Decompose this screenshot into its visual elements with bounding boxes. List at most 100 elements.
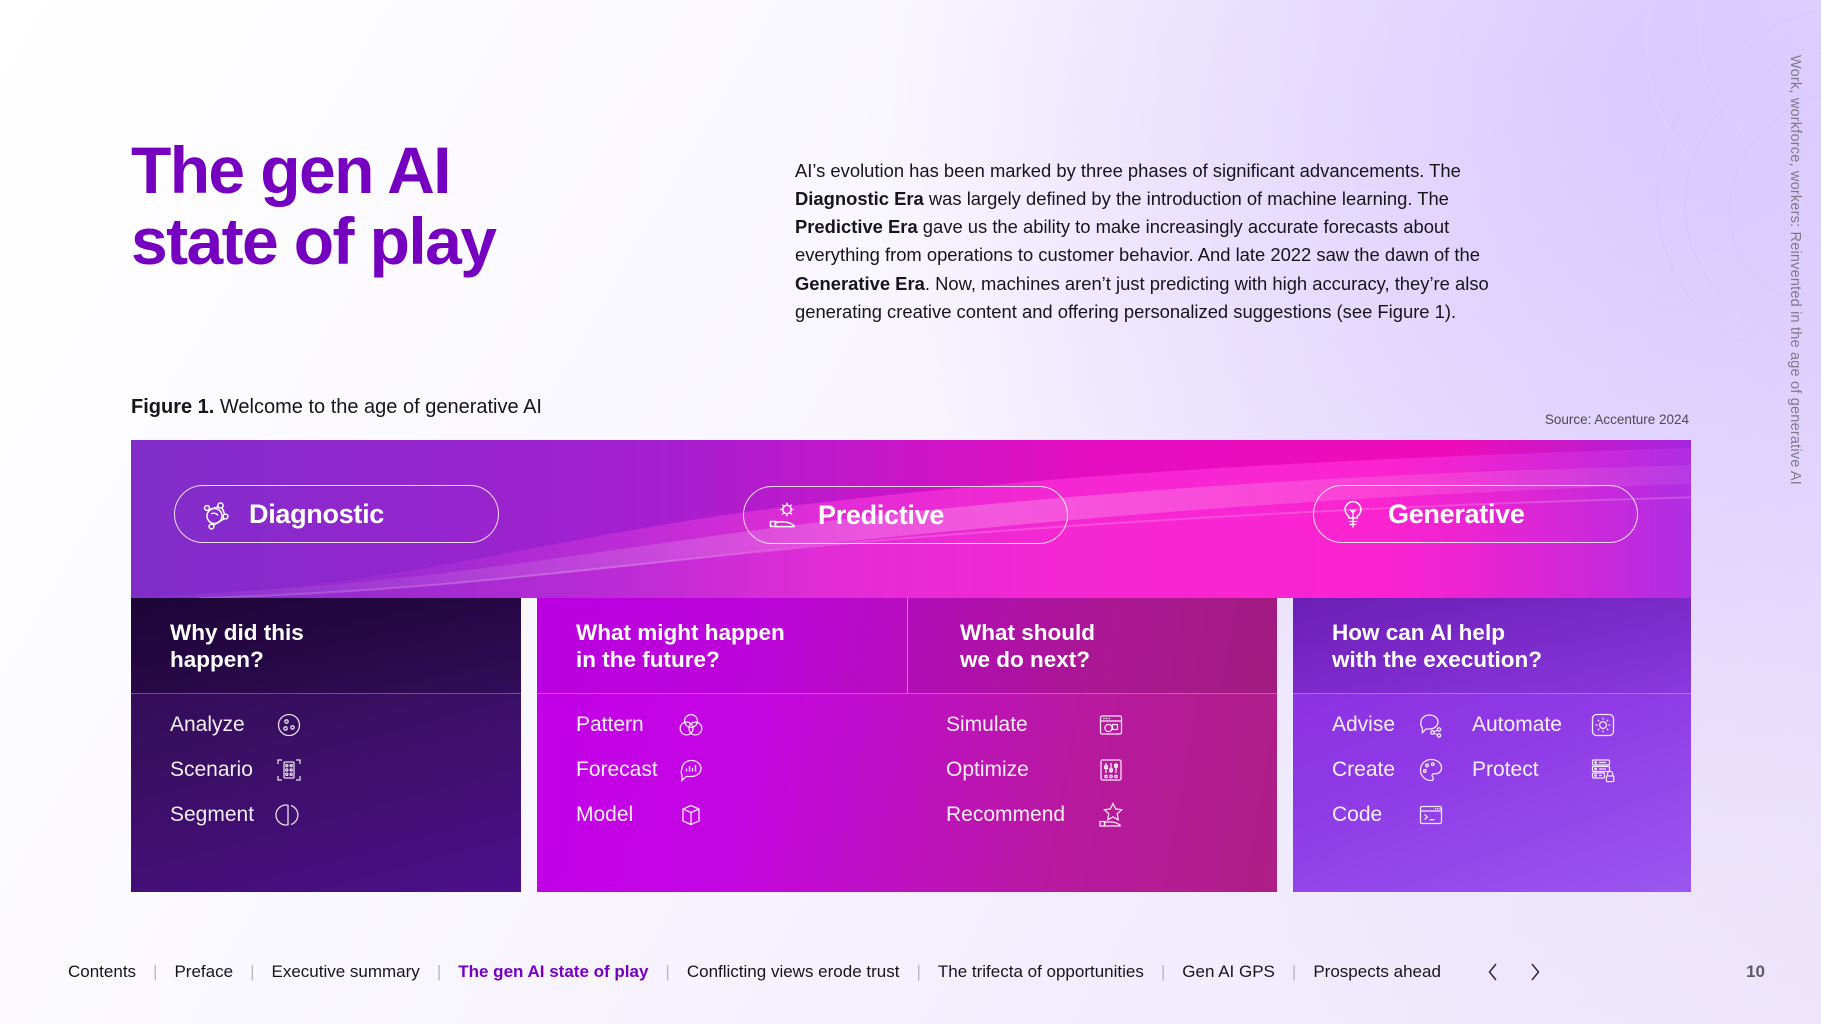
figure-caption-text: Welcome to the age of generative AI <box>214 396 542 418</box>
capability-list-future: Pattern Forecast Model <box>576 708 706 843</box>
intro-bold-diagnostic-era: Diagnostic Era <box>795 188 924 210</box>
capability-row[interactable]: Model <box>576 798 706 832</box>
capability-row[interactable]: Segment <box>170 798 304 832</box>
nav-separator: | <box>665 962 670 981</box>
panel-question-line1: How can AI help <box>1332 619 1505 645</box>
panel-diagnostic: Why did this happen? Analyze Scenario Se… <box>131 598 521 892</box>
terminal-icon <box>1416 800 1446 830</box>
era-pill-diagnostic[interactable]: Diagnostic <box>174 485 499 543</box>
intro-bold-predictive-era: Predictive Era <box>795 216 918 238</box>
capability-label: Protect <box>1472 758 1539 781</box>
page-title: The gen AI state of play <box>131 135 497 278</box>
panel-question-line2: we do next? <box>960 646 1091 672</box>
capability-label: Optimize <box>946 758 1029 781</box>
capability-label: Automate <box>1472 713 1562 736</box>
bottom-navigation: Contents | Preface | Executive summary |… <box>0 960 1821 984</box>
nav-item-prospects-ahead[interactable]: Prospects ahead <box>1313 962 1441 982</box>
capability-row[interactable]: Automate <box>1472 708 1618 742</box>
nav-arrow-group <box>1483 960 1545 984</box>
capability-list-generative-right: Automate Protect <box>1472 708 1618 798</box>
sliders-icon <box>1096 755 1126 785</box>
capability-label: Simulate <box>946 713 1028 736</box>
nav-item-executive-summary[interactable]: Executive summary <box>271 962 419 982</box>
intro-text-1: AI’s evolution has been marked by three … <box>795 160 1461 181</box>
panel-divider <box>131 693 521 694</box>
capability-row[interactable]: Advise <box>1332 708 1446 742</box>
nav-item-the-gen-ai-state-of-play[interactable]: The gen AI state of play <box>458 962 648 982</box>
chevron-left-icon[interactable] <box>1483 960 1503 984</box>
panel-predictive: What might happen in the future? What sh… <box>537 598 1277 892</box>
chart-bubble-icon <box>676 755 706 785</box>
capability-row[interactable]: Recommend <box>946 798 1126 832</box>
nav-item-conflicting-views-erode-trust[interactable]: Conflicting views erode trust <box>687 962 900 982</box>
panel-question-line2: in the future? <box>576 646 720 672</box>
panel-question-line2: happen? <box>170 646 264 672</box>
panel-divider <box>1293 693 1691 694</box>
nav-separator: | <box>1291 962 1297 981</box>
capability-label: Forecast <box>576 758 658 781</box>
star-hand-icon <box>1096 800 1126 830</box>
scan-nodes-icon <box>274 755 304 785</box>
hand-gear-icon <box>766 498 800 532</box>
server-lock-icon <box>1588 755 1618 785</box>
nav-separator: | <box>916 962 921 981</box>
intro-paragraph: AI’s evolution has been marked by three … <box>795 157 1505 326</box>
panel-question-diagnostic: Why did this happen? <box>131 598 521 693</box>
capability-row[interactable]: Protect <box>1472 753 1618 787</box>
figure-caption: Figure 1. Welcome to the age of generati… <box>131 396 542 419</box>
capability-row[interactable]: Create <box>1332 753 1446 787</box>
page-number: 10 <box>1746 962 1765 981</box>
panel-question-future: What might happen in the future? <box>537 598 907 693</box>
palette-icon <box>1416 755 1446 785</box>
browser-shapes-icon <box>1096 710 1126 740</box>
chat-share-icon <box>1416 710 1446 740</box>
capability-label: Pattern <box>576 713 644 736</box>
capability-row[interactable]: Analyze <box>170 708 304 742</box>
capability-list-generative-left: Advise Create Code <box>1332 708 1446 843</box>
capability-list-next: Simulate Optimize Recommend <box>946 708 1126 843</box>
panel-question-generative: How can AI help with the execution? <box>1293 598 1691 693</box>
dots-circle-icon <box>274 710 304 740</box>
figure-header-band: Diagnostic Predictive Generative <box>131 440 1691 598</box>
lightbulb-icon <box>1336 497 1370 531</box>
era-pill-generative[interactable]: Generative <box>1313 485 1638 543</box>
cube-icon <box>676 800 706 830</box>
nav-item-the-trifecta-of-opportunities[interactable]: The trifecta of opportunities <box>938 962 1144 982</box>
panel-question-next: What should we do next? <box>907 598 1277 693</box>
capability-row[interactable]: Simulate <box>946 708 1126 742</box>
era-pill-label: Diagnostic <box>249 498 385 529</box>
network-atom-icon <box>197 497 231 531</box>
figure-label: Figure 1. <box>131 396 215 418</box>
nav-item-contents[interactable]: Contents <box>68 962 136 982</box>
gear-square-icon <box>1588 710 1618 740</box>
venn-diagram-icon <box>676 710 706 740</box>
nav-separator: | <box>153 962 158 981</box>
capability-label: Recommend <box>946 803 1066 826</box>
era-pill-label: Predictive <box>818 499 945 530</box>
nav-separator: | <box>1160 962 1166 981</box>
capability-label: Scenario <box>170 758 253 781</box>
chevron-right-icon[interactable] <box>1525 960 1545 984</box>
capability-row[interactable]: Code <box>1332 798 1446 832</box>
pie-segment-icon <box>274 800 304 830</box>
capability-label: Create <box>1332 758 1396 781</box>
capability-label: Analyze <box>170 713 245 736</box>
intro-text-2: was largely defined by the introduction … <box>923 188 1449 210</box>
nav-item-gen-ai-gps[interactable]: Gen AI GPS <box>1182 962 1275 982</box>
capability-row[interactable]: Pattern <box>576 708 706 742</box>
figure-source: Source: Accenture 2024 <box>1544 412 1689 427</box>
panel-question-line2: with the execution? <box>1332 646 1543 672</box>
capability-list-diagnostic: Analyze Scenario Segment <box>170 708 304 843</box>
capability-row[interactable]: Optimize <box>946 753 1126 787</box>
capability-row[interactable]: Forecast <box>576 753 706 787</box>
intro-bold-generative-era: Generative Era <box>795 272 925 294</box>
panel-question-line1: Why did this <box>170 619 304 645</box>
figure-1-graphic: Diagnostic Predictive Generative Why did… <box>131 440 1691 892</box>
capability-row[interactable]: Scenario <box>170 753 304 787</box>
page-title-line2: state of play <box>131 203 497 278</box>
capability-label: Model <box>576 803 634 826</box>
capability-label: Code <box>1332 803 1383 826</box>
era-pill-predictive[interactable]: Predictive <box>743 486 1068 544</box>
nav-item-preface[interactable]: Preface <box>174 962 233 982</box>
era-pill-label: Generative <box>1388 498 1525 529</box>
